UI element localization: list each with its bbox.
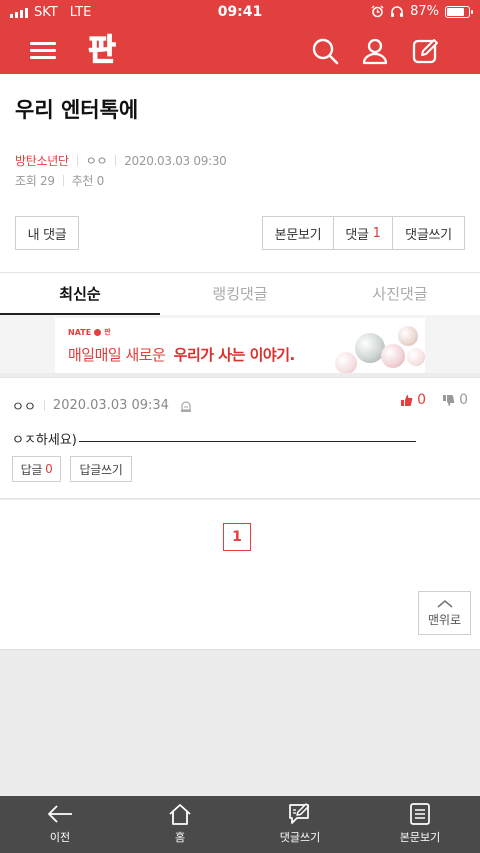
pann-logo[interactable]: 판: [84, 31, 120, 67]
article-meta: 방탄소년단 ㅇㅇ 2020.03.03 09:30: [15, 152, 227, 169]
comment-votes: 0 0: [400, 392, 468, 408]
comment-item: ㅇㅇ 2020.03.03 09:34 0 0 ㅇㅈ하세요) 답글 0 답글쓰기: [0, 377, 480, 499]
menu-icon[interactable]: [30, 38, 58, 62]
ad-brand: NATE 판: [68, 327, 111, 337]
comment-underline: [78, 441, 416, 442]
page-title: 우리 엔터톡에: [15, 98, 139, 122]
comment-date: 2020.03.03 09:34: [52, 398, 169, 413]
bottom-nav: 이전 홈 댓글쓰기 본문보기: [0, 796, 480, 853]
dislike-count: 0: [459, 392, 468, 408]
ad-strip: NATE 판 매일매일 새로운 우리가 사는 이야기.: [0, 315, 480, 373]
tab-ranking[interactable]: 랭킹댓글: [160, 273, 320, 315]
article-action-group: 본문보기 댓글 1 댓글쓰기: [262, 216, 465, 250]
nav-view-post[interactable]: 본문보기: [360, 796, 480, 853]
nav-home-label: 홈: [174, 831, 186, 844]
home-icon: [169, 804, 191, 825]
comment-meta: ㅇㅇ 2020.03.03 09:34: [12, 396, 193, 415]
divider: [115, 155, 117, 166]
tab-latest[interactable]: 최신순: [0, 273, 160, 316]
back-arrow-icon: [48, 805, 72, 823]
alarm-icon: [371, 5, 384, 18]
scroll-top-label: 맨위로: [427, 612, 462, 627]
nav-home[interactable]: 홈: [120, 796, 240, 853]
comment-text: ㅇㅈ하세요): [12, 433, 77, 448]
post-date: 2020.03.03 09:30: [124, 153, 227, 168]
search-icon[interactable]: [310, 36, 340, 66]
author-nickname: ㅇㅇ: [85, 154, 108, 168]
user-icon[interactable]: [360, 36, 390, 66]
comments-count: 1: [372, 225, 381, 241]
app-header: 판: [0, 26, 480, 74]
write-reply-button[interactable]: 답글쓰기: [70, 456, 132, 482]
thumbs-down-icon[interactable]: [442, 394, 455, 407]
status-bar: SKT LTE 09:41 87%: [0, 0, 480, 26]
write-icon[interactable]: [411, 36, 441, 66]
brand-dot-icon: [94, 328, 102, 336]
page-number-current[interactable]: 1: [223, 523, 251, 551]
comment-body: ㅇㅈ하세요): [12, 429, 416, 448]
my-comments-button[interactable]: 내 댓글: [15, 216, 79, 250]
headphones-icon: [391, 6, 404, 17]
nav-view-post-label: 본문보기: [399, 831, 441, 844]
comment-nickname: ㅇㅇ: [12, 400, 36, 415]
recommend-count: 추천 0: [71, 174, 105, 188]
thumbs-up-icon[interactable]: [400, 394, 413, 407]
reply-count: 0: [45, 462, 53, 476]
divider: [43, 400, 45, 411]
nav-write-comment[interactable]: 댓글쓰기: [240, 796, 360, 853]
reply-label: 답글: [20, 462, 43, 477]
view-post-button[interactable]: 본문보기: [263, 217, 334, 249]
nav-back[interactable]: 이전: [0, 796, 120, 853]
article-stats: 조회 29 추천 0: [15, 172, 104, 189]
comments-button[interactable]: 댓글 1: [334, 217, 393, 249]
divider: [62, 175, 64, 186]
ad-text: 매일매일 새로운 우리가 사는 이야기.: [68, 346, 295, 364]
divider: [76, 155, 78, 166]
comments-label: 댓글: [345, 227, 369, 243]
nav-write-comment-label: 댓글쓰기: [279, 831, 321, 844]
pagination-area: 1 맨위로: [0, 500, 480, 650]
author-channel[interactable]: 방탄소년단: [15, 152, 69, 169]
report-icon[interactable]: [179, 399, 193, 413]
write-comment-button[interactable]: 댓글쓰기: [393, 217, 464, 249]
battery-icon: [445, 5, 473, 18]
chevron-up-icon: [436, 599, 453, 608]
comment-write-icon: [289, 803, 310, 824]
like-count: 0: [417, 392, 427, 408]
article-header: 우리 엔터톡에 방탄소년단 ㅇㅇ 2020.03.03 09:30 조회 29 …: [0, 74, 480, 272]
svg-text:판: 판: [88, 33, 116, 67]
nav-back-label: 이전: [49, 831, 71, 844]
tab-photo[interactable]: 사진댓글: [320, 273, 480, 315]
document-icon: [410, 803, 430, 825]
scroll-top-button[interactable]: 맨위로: [418, 591, 471, 635]
ad-banner[interactable]: NATE 판 매일매일 새로운 우리가 사는 이야기.: [55, 318, 425, 373]
reply-button[interactable]: 답글 0: [12, 456, 61, 482]
comment-tabs: 최신순 랭킹댓글 사진댓글: [0, 272, 480, 316]
view-count: 조회 29: [15, 174, 55, 188]
battery-percent: 87%: [410, 4, 439, 19]
